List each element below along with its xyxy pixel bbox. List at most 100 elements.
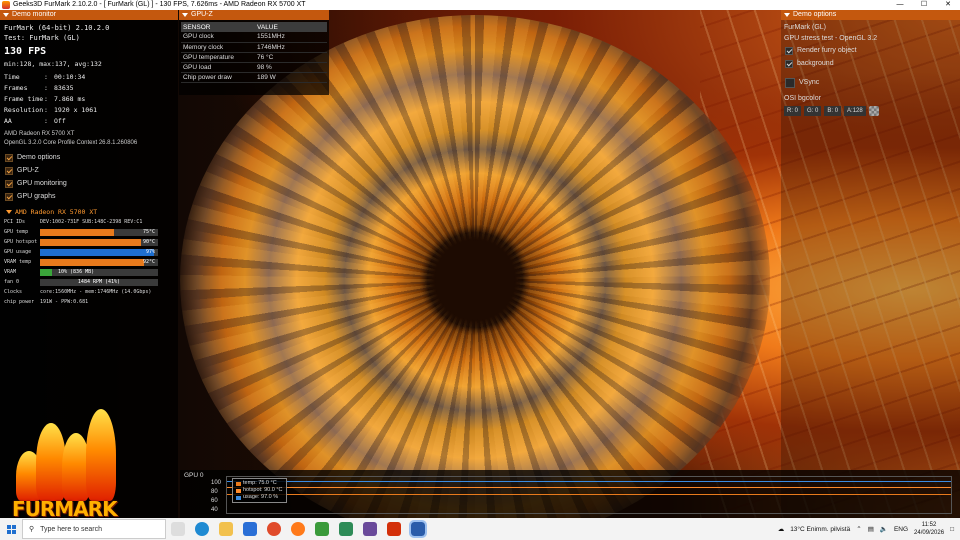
- table-row: Memory clock 1746MHz: [181, 42, 327, 53]
- sensor-bar-row: GPU usage 97%: [0, 247, 178, 257]
- sensor-bar: 97%: [40, 248, 158, 256]
- stat-value: 7.868 ms: [54, 95, 86, 103]
- stat-row: Frame time:7.868 ms: [0, 94, 178, 105]
- taskbar-search-box[interactable]: ⚲ Type here to search: [22, 519, 166, 539]
- furmark-app-icon: [2, 1, 10, 9]
- stat-row: Resolution:1920 x 1061: [0, 105, 178, 116]
- sensor-value: 98 %: [255, 62, 327, 73]
- blue-channel-input[interactable]: B: 0: [824, 106, 842, 116]
- green-channel-input[interactable]: G: 0: [804, 106, 822, 116]
- app-version-line: FurMark (64-bit) 2.10.2.0: [4, 24, 110, 32]
- legend-label: temp: 75.0 °C: [243, 480, 277, 486]
- table-row: GPU clock 1551MHz: [181, 32, 327, 43]
- app-icon[interactable]: [315, 522, 329, 536]
- vsync-toggle[interactable]: VSync: [781, 76, 960, 89]
- sensor-bar-row: GPU hotspot 90°C: [0, 237, 178, 247]
- sensor-bar: 1484 RPM (41%): [40, 278, 158, 286]
- legend-item: temp: 75.0 °C: [236, 480, 283, 487]
- file-explorer-icon[interactable]: [219, 522, 233, 536]
- demo-description: GPU stress test - OpenGL 3.2: [784, 35, 878, 42]
- color-swatch[interactable]: [868, 106, 879, 116]
- gpu-name: AMD Radeon RX 5700 XT: [4, 131, 75, 137]
- edge-browser-icon[interactable]: [195, 522, 209, 536]
- app-icon[interactable]: [363, 522, 377, 536]
- windows-taskbar: ⚲ Type here to search ☁ 13°C Enimm. pilv…: [0, 518, 960, 540]
- checkbox-checked[interactable]: [5, 153, 13, 162]
- toggle-label: Demo options: [17, 154, 61, 161]
- temp-series-line: [227, 494, 951, 495]
- legend-swatch: [236, 495, 241, 500]
- demo-monitor-header[interactable]: Demo monitor: [0, 10, 178, 20]
- weather-text[interactable]: 13°C Enimm. pilvistä: [790, 526, 850, 533]
- run-stats: Time:00:10:34 Frames:83635 Frame time:7.86…: [0, 72, 178, 127]
- sensor-value: 92°C: [142, 258, 155, 265]
- checkbox-checked[interactable]: [5, 179, 13, 188]
- start-button[interactable]: [0, 524, 22, 534]
- network-icon[interactable]: ▤: [868, 525, 874, 533]
- sensor-bar-row: VRAM 10% (836 MB): [0, 267, 178, 277]
- sensor-name: Chip power draw: [181, 72, 255, 83]
- stat-value: Off: [54, 117, 66, 125]
- panel-toggles: Demo options GPU-Z GPU monitoring GPU graph…: [0, 151, 178, 203]
- stat-label: Frame time: [4, 95, 44, 103]
- chevron-up-icon[interactable]: ⌃: [856, 525, 861, 533]
- gpu-section-header[interactable]: AMD Radeon RX 5700 XT: [0, 207, 178, 217]
- firefox-icon[interactable]: [291, 522, 305, 536]
- minimize-icon[interactable]: —: [888, 0, 912, 10]
- sensor-bar: 92°C: [40, 258, 158, 266]
- sensor-value: 1484 RPM (41%): [77, 278, 121, 285]
- close-icon[interactable]: ✕: [936, 0, 960, 10]
- gpuz-sensor-table: SENSOR VALUE GPU clock 1551MHz Memory cloc…: [181, 22, 327, 83]
- table-header-row: SENSOR VALUE: [181, 22, 327, 32]
- gpuz-header[interactable]: GPU-Z: [179, 10, 329, 20]
- opengl-info: OpenGL 3.2.0 Core Profile Context 26.8.1…: [4, 140, 138, 146]
- sensor-value: 75°C: [142, 228, 155, 235]
- alpha-channel-input[interactable]: A:128: [844, 106, 866, 116]
- background-toggle[interactable]: background: [781, 57, 960, 70]
- fps-readout: 130 FPS: [4, 46, 47, 57]
- window-titlebar: Geeks3D FurMark 2.10.2.0 - [ FurMark (GL…: [0, 0, 960, 10]
- taskbar-clock[interactable]: 11:52 24/09/2026: [914, 521, 944, 537]
- y-tick: 40: [211, 507, 218, 513]
- active-window-icon[interactable]: [409, 520, 427, 538]
- task-view-icon[interactable]: [171, 522, 185, 536]
- sensor-value: 1746MHz: [255, 42, 327, 53]
- furmark-taskbar-icon[interactable]: [387, 522, 401, 536]
- demo-name: FurMark (GL): [784, 24, 826, 31]
- checkbox-checked[interactable]: [785, 59, 793, 68]
- volume-icon[interactable]: 🔈: [880, 525, 888, 533]
- checkbox-unchecked[interactable]: [785, 77, 795, 88]
- demo-options-header[interactable]: Demo options: [781, 10, 960, 20]
- search-icon: ⚲: [29, 526, 35, 533]
- chrome-icon[interactable]: [267, 522, 281, 536]
- checkbox-checked[interactable]: [5, 192, 13, 201]
- sensor-name: GPU clock: [181, 32, 255, 43]
- sensor-bar-row: fan 0 1484 RPM (41%): [0, 277, 178, 287]
- toggle-label: GPU graphs: [17, 193, 56, 200]
- language-indicator[interactable]: ENG: [894, 526, 908, 533]
- legend-item: usage: 97.0 %: [236, 494, 283, 501]
- pci-ids-row: PCI IDs DEV:1002-731F SUB:148C-2398 REV:…: [0, 217, 178, 227]
- sensor-bar-row: VRAM temp 92°C: [0, 257, 178, 267]
- checkbox-checked[interactable]: [5, 166, 13, 175]
- panel-toggle-row[interactable]: GPU-Z: [0, 164, 178, 177]
- app-icon[interactable]: [339, 522, 353, 536]
- panel-toggle-row[interactable]: GPU graphs: [0, 190, 178, 203]
- sensor-label: VRAM temp: [4, 259, 32, 265]
- usage-series-line: [227, 481, 951, 482]
- stat-separator: :: [44, 84, 48, 92]
- render-furry-toggle[interactable]: Render furry object: [781, 44, 960, 57]
- table-row: GPU load 98 %: [181, 62, 327, 73]
- stat-separator: :: [44, 73, 48, 81]
- system-tray: ☁ 13°C Enimm. pilvistä ⌃ ▤ 🔈 ENG 11:52 2…: [778, 521, 960, 537]
- flame-shape: [86, 409, 116, 501]
- panel-toggle-row[interactable]: GPU monitoring: [0, 177, 178, 190]
- maximize-icon[interactable]: ☐: [912, 0, 936, 10]
- notifications-icon[interactable]: □: [950, 526, 954, 533]
- stat-label: Time: [4, 73, 20, 81]
- panel-toggle-row[interactable]: Demo options: [0, 151, 178, 164]
- stat-label: Frames: [4, 84, 28, 92]
- mail-icon[interactable]: [243, 522, 257, 536]
- checkbox-checked[interactable]: [785, 46, 793, 55]
- red-channel-input[interactable]: R: 0: [784, 106, 802, 116]
